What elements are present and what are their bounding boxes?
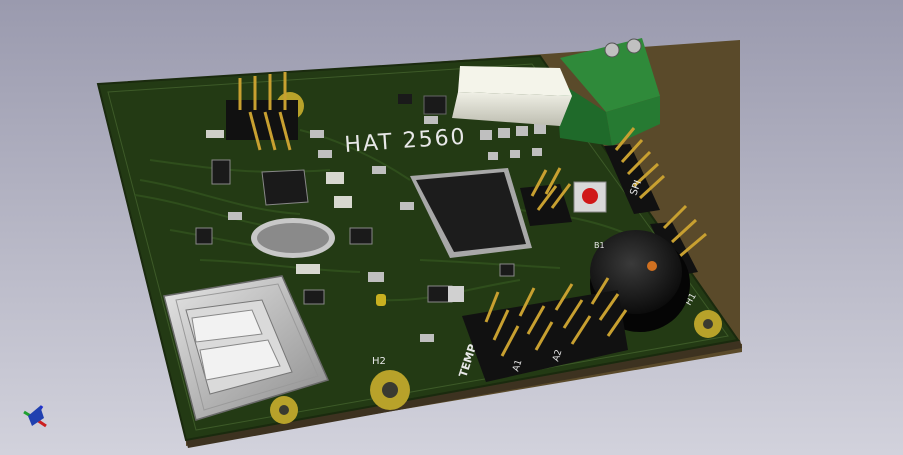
mounting-hole-bottom-left xyxy=(270,396,298,424)
white-connector-housing xyxy=(452,66,572,126)
mounting-hole-h1 xyxy=(694,310,722,338)
label-h2: H2 xyxy=(372,356,386,367)
ic-soic xyxy=(261,169,309,206)
label-b1: B1 xyxy=(594,241,605,250)
pcb-3d-render[interactable]: HAT 2560 H2 H1 SPI B1 TEMP A1 A2 xyxy=(0,0,903,455)
3d-viewer-canvas[interactable]: HAT 2560 H2 H1 SPI B1 TEMP A1 A2 xyxy=(0,0,903,455)
mounting-hole-h2 xyxy=(370,370,410,410)
reset-button[interactable] xyxy=(573,181,607,213)
crystal-oscillator xyxy=(251,218,335,258)
